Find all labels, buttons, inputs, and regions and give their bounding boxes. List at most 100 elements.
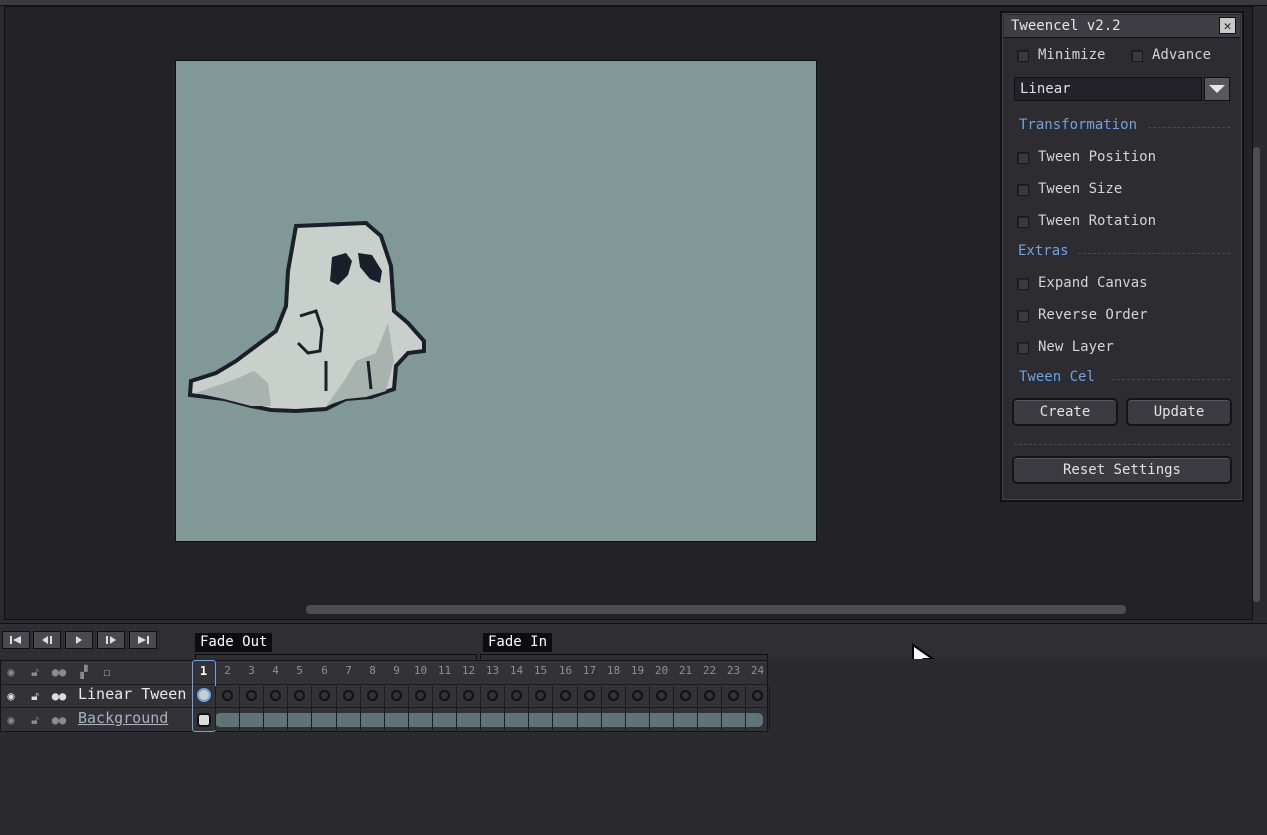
- cel-linear-tween[interactable]: [319, 690, 330, 701]
- cel-linear-tween[interactable]: [270, 690, 281, 701]
- frame-number[interactable]: 16: [554, 664, 577, 677]
- tween-position-checkbox[interactable]: [1017, 152, 1029, 164]
- reverse-order-checkbox[interactable]: [1017, 310, 1029, 322]
- last-frame-icon: [138, 636, 149, 644]
- create-button[interactable]: Create: [1012, 398, 1118, 426]
- cel-linear-tween[interactable]: [632, 690, 643, 701]
- play-button[interactable]: [65, 631, 93, 649]
- frame-number[interactable]: 5: [288, 664, 311, 677]
- cel-linear-tween[interactable]: [487, 690, 498, 701]
- tween-size-checkbox[interactable]: [1017, 184, 1029, 196]
- update-button[interactable]: Update: [1126, 398, 1232, 426]
- frame-number[interactable]: 7: [337, 664, 360, 677]
- easing-select[interactable]: Linear: [1014, 77, 1202, 101]
- frame-number[interactable]: 3: [240, 664, 263, 677]
- frame-number[interactable]: 10: [409, 664, 432, 677]
- frame-divider: [528, 686, 529, 730]
- vertical-scrollbar[interactable]: [1253, 147, 1260, 602]
- frame-divider: [577, 686, 578, 730]
- previous-frame-button[interactable]: [33, 631, 61, 649]
- visibility-header-icon[interactable]: ◉: [0, 663, 22, 681]
- frame-number[interactable]: 22: [698, 664, 721, 677]
- cel-linear-tween[interactable]: [246, 690, 257, 701]
- advance-checkbox[interactable]: [1131, 50, 1143, 62]
- frame-number[interactable]: 4: [264, 664, 287, 677]
- cel-linear-tween[interactable]: [680, 690, 691, 701]
- layer-group-icon[interactable]: ▞: [73, 663, 95, 681]
- cel-linear-tween[interactable]: [584, 690, 595, 701]
- section-transformation: Transformation: [1019, 117, 1138, 133]
- frame-number[interactable]: 8: [361, 664, 384, 677]
- cel-linear-tween[interactable]: [197, 688, 211, 702]
- cel-linear-tween[interactable]: [343, 690, 354, 701]
- frame-number[interactable]: 24: [746, 664, 769, 677]
- layer-name-linear-tween[interactable]: Linear Tween: [78, 685, 186, 703]
- frame-number[interactable]: 21: [674, 664, 697, 677]
- frame-number[interactable]: 20: [650, 664, 673, 677]
- cel-linear-tween[interactable]: [367, 690, 378, 701]
- layer-name-background[interactable]: Background: [78, 709, 168, 727]
- layer-continuous-icon[interactable]: ●●: [48, 687, 70, 705]
- cel-linear-tween[interactable]: [511, 690, 522, 701]
- easing-dropdown-button[interactable]: [1204, 77, 1230, 101]
- cel-linear-tween[interactable]: [415, 690, 426, 701]
- expand-canvas-label: Expand Canvas: [1038, 275, 1148, 291]
- new-layer-icon[interactable]: ◻: [96, 663, 118, 681]
- layer-visible-icon[interactable]: ◉: [0, 687, 22, 705]
- cel-linear-tween[interactable]: [294, 690, 305, 701]
- cel-linear-tween[interactable]: [560, 690, 571, 701]
- minimize-checkbox[interactable]: [1017, 50, 1029, 62]
- frame-divider: [432, 686, 433, 730]
- layer-continuous-icon[interactable]: ●●: [48, 711, 70, 729]
- dialog-divider: [1014, 444, 1230, 445]
- cel-linear-tween[interactable]: [463, 690, 474, 701]
- close-icon: ✕: [1223, 19, 1232, 34]
- sprite-canvas[interactable]: [175, 60, 817, 542]
- tag-fade-out[interactable]: Fade Out: [195, 633, 273, 652]
- dialog-titlebar[interactable]: Tweencel v2.2 ✕: [1004, 15, 1240, 38]
- frame-number[interactable]: 12: [457, 664, 480, 677]
- cel-linear-tween[interactable]: [222, 690, 233, 701]
- last-frame-button[interactable]: [129, 631, 157, 649]
- frame-number[interactable]: 14: [505, 664, 528, 677]
- frame-number[interactable]: 1: [192, 664, 215, 678]
- close-button[interactable]: ✕: [1219, 17, 1236, 34]
- lock-header-icon[interactable]: 🔓︎: [24, 663, 46, 681]
- frame-divider: [384, 686, 385, 730]
- tag-fade-in[interactable]: Fade In: [483, 633, 553, 652]
- first-frame-button[interactable]: [2, 631, 30, 649]
- continuous-header-icon[interactable]: ●●: [48, 663, 70, 681]
- cel-linear-tween[interactable]: [439, 690, 450, 701]
- frame-number[interactable]: 23: [722, 664, 745, 677]
- frame-number[interactable]: 15: [529, 664, 552, 677]
- cel-linear-tween[interactable]: [535, 690, 546, 701]
- frame-number[interactable]: 11: [433, 664, 456, 677]
- expand-canvas-checkbox[interactable]: [1017, 278, 1029, 290]
- frame-number[interactable]: 19: [626, 664, 649, 677]
- reset-settings-button[interactable]: Reset Settings: [1012, 456, 1232, 484]
- new-layer-checkbox[interactable]: [1017, 342, 1029, 354]
- cel-background[interactable]: [197, 713, 211, 727]
- frame-number[interactable]: 9: [385, 664, 408, 677]
- frame-number[interactable]: 2: [216, 664, 239, 677]
- cel-linear-tween[interactable]: [656, 690, 667, 701]
- layer-lock-icon[interactable]: 🔓︎: [24, 711, 46, 729]
- frame-number[interactable]: 17: [578, 664, 601, 677]
- layer-lock-icon[interactable]: 🔓︎: [24, 687, 46, 705]
- cel-linear-tween[interactable]: [608, 690, 619, 701]
- frame-number[interactable]: 18: [602, 664, 625, 677]
- layer-visible-icon[interactable]: ◉: [0, 711, 22, 729]
- section-divider: [1148, 127, 1230, 128]
- cel-linear-tween[interactable]: [752, 690, 763, 701]
- cel-linear-tween[interactable]: [728, 690, 739, 701]
- tween-rotation-checkbox[interactable]: [1017, 216, 1029, 228]
- frame-number[interactable]: 13: [481, 664, 504, 677]
- cel-linear-tween[interactable]: [704, 690, 715, 701]
- frame-divider: [625, 686, 626, 730]
- horizontal-scrollbar[interactable]: [306, 605, 1126, 614]
- frame-divider: [287, 686, 288, 730]
- background-cel-span[interactable]: [215, 713, 763, 727]
- cel-linear-tween[interactable]: [391, 690, 402, 701]
- next-frame-button[interactable]: [97, 631, 125, 649]
- frame-number[interactable]: 6: [313, 664, 336, 677]
